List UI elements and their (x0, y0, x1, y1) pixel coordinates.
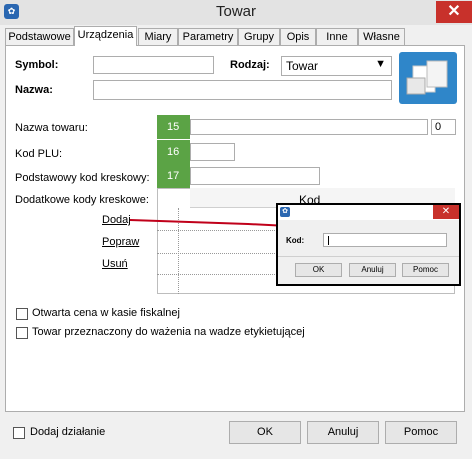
close-button[interactable]: ✕ (436, 1, 472, 23)
tab-opis[interactable]: Opis (280, 28, 316, 45)
add-action-checkbox[interactable] (13, 427, 25, 439)
dialog-divider (278, 256, 459, 257)
dodaj-link[interactable]: Dodaj (102, 214, 131, 226)
window-title: Towar (215, 3, 256, 20)
symbol-label: Symbol: (15, 59, 59, 71)
badge-16: 16 (157, 140, 190, 164)
dialog-cancel-button[interactable]: Anuluj (349, 263, 396, 277)
chevron-down-icon: ▼ (375, 58, 386, 70)
open-price-checkbox[interactable] (16, 308, 28, 320)
help-button[interactable]: Pomoc (385, 421, 457, 444)
kod-dialog: ✿ ✕ Kod: OK Anuluj Pomoc (276, 203, 461, 286)
nazwa-label: Nazwa: (15, 84, 53, 96)
symbol-input[interactable] (93, 56, 214, 74)
product-image-icon (399, 52, 457, 104)
nazwa-towaru-label: Nazwa towaru: (15, 122, 88, 134)
dialog-ok-button[interactable]: OK (295, 263, 342, 277)
add-action-label: Dodaj działanie (30, 426, 106, 438)
weighing-label: Towar przeznaczony do ważenia na wadze e… (32, 326, 305, 338)
kod-plu-label: Kod PLU: (15, 148, 63, 160)
dialog-kod-input[interactable] (323, 233, 447, 247)
rodzaj-value: Towar (286, 59, 319, 73)
open-price-label: Otwarta cena w kasie fiskalnej (32, 307, 180, 319)
cancel-button[interactable]: Anuluj (307, 421, 379, 444)
dialog-help-button[interactable]: Pomoc (402, 263, 449, 277)
nazwa-input[interactable] (93, 80, 392, 100)
nazwa-towaru-counter: 0 (431, 119, 456, 135)
tab-inne[interactable]: Inne (316, 28, 358, 45)
podstawowy-kod-label: Podstawowy kod kreskowy: (15, 172, 150, 184)
nazwa-towaru-input[interactable] (190, 119, 428, 135)
badge-15: 15 (157, 115, 190, 139)
dialog-title-bar (278, 205, 459, 220)
dialog-close-button[interactable]: ✕ (433, 205, 459, 219)
symbol-value (94, 58, 97, 72)
dialog-kod-label: Kod: (286, 236, 305, 245)
ok-button[interactable]: OK (229, 421, 301, 444)
rodzaj-select[interactable]: Towar ▼ (281, 56, 392, 76)
tab-podstawowe[interactable]: Podstawowe (5, 28, 74, 45)
text-cursor (328, 236, 329, 245)
badge-17: 17 (157, 164, 190, 188)
kod-plu-input[interactable] (190, 143, 235, 161)
tab-urzadzenia[interactable]: Urządzenia (74, 26, 137, 46)
rodzaj-label: Rodzaj: (230, 59, 270, 71)
tab-wlasne[interactable]: Własne (358, 28, 405, 45)
usun-link[interactable]: Usuń (102, 258, 128, 270)
podstawowy-kod-input[interactable] (190, 167, 320, 185)
tab-miary[interactable]: Miary (138, 28, 178, 45)
grid-row-line (157, 253, 277, 254)
nazwa-value (94, 83, 97, 97)
popraw-link[interactable]: Popraw (102, 236, 139, 248)
tab-grupy[interactable]: Grupy (238, 28, 280, 45)
dialog-app-icon: ✿ (280, 207, 290, 217)
dodatkowe-kody-label: Dodatkowe kody kreskowe: (15, 194, 149, 206)
tab-parametry[interactable]: Parametry (178, 28, 238, 45)
weighing-checkbox[interactable] (16, 327, 28, 339)
